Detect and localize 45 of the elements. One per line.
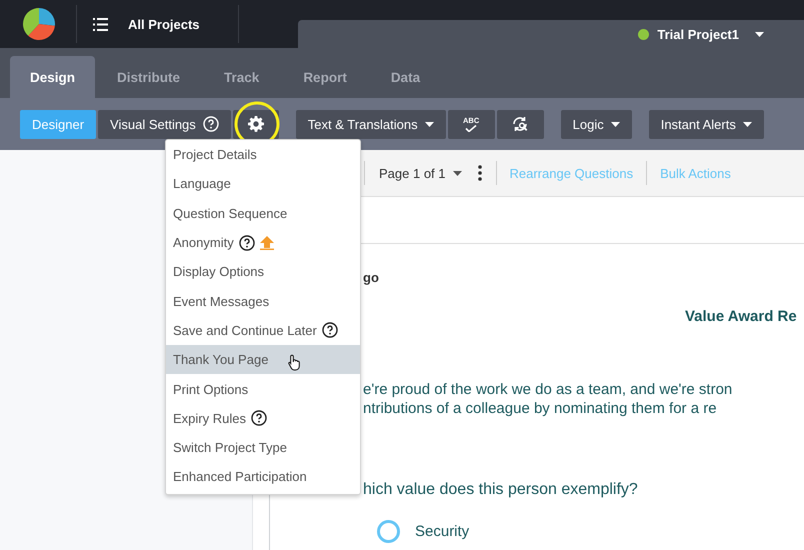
caret-icon: [755, 32, 764, 36]
menu-item[interactable]: Question Sequence: [166, 198, 360, 228]
hand-cursor-icon: [288, 354, 302, 372]
menu-icon[interactable]: [93, 18, 108, 30]
caret-icon: [424, 122, 434, 126]
intro-text: e're proud of the work we do as a team, and we're stron: [363, 380, 734, 399]
settings-icon: [248, 116, 264, 132]
menu-item[interactable]: Project Details: [166, 140, 360, 170]
menu-item[interactable]: Display Options: [166, 257, 360, 286]
refresh-button[interactable]: [496, 110, 544, 138]
menu-item[interactable]: Anonymity: [166, 228, 360, 258]
caret-icon: [742, 122, 752, 126]
help-icon: [202, 116, 219, 132]
caret-icon: [452, 170, 462, 176]
menu-item[interactable]: Event Messages: [166, 286, 360, 316]
logo-text: go: [363, 270, 380, 285]
question-text: hich value does this person exemplify?: [363, 481, 639, 499]
menu-item[interactable]: Save and Continue Later: [166, 316, 360, 346]
radio-button[interactable]: [377, 520, 400, 543]
survey-title: Value Award Re: [685, 308, 798, 325]
mode-button[interactable]: Visual Settings: [98, 110, 231, 138]
menu-item[interactable]: Thank You Page: [166, 345, 360, 374]
caret-icon: [610, 122, 620, 126]
dropdown-button[interactable]: Logic: [560, 110, 632, 138]
menu-item[interactable]: Switch Project Type: [166, 432, 360, 462]
menu-item[interactable]: Expiry Rules: [166, 404, 360, 433]
menu-item[interactable]: Language: [166, 169, 360, 199]
refresh-search-icon: [512, 116, 529, 132]
menu-item[interactable]: Print Options: [166, 374, 360, 404]
dropdown-button[interactable]: Text & Translations: [296, 110, 446, 138]
help-icon: [322, 322, 338, 338]
help-icon: [238, 234, 255, 251]
intro-text: ntributions of a colleague by nominating them for a re: [363, 399, 718, 418]
menu-item[interactable]: Enhanced Participation: [166, 462, 360, 492]
logo-icon: [22, 7, 56, 41]
more-icon[interactable]: [478, 165, 482, 181]
help-icon: [250, 410, 267, 426]
check-icon: [465, 124, 478, 132]
dropdown-button[interactable]: Instant Alerts: [648, 110, 764, 138]
nav-tab[interactable]: Design: [10, 56, 96, 98]
header-title[interactable]: All Projects: [128, 16, 200, 32]
project-selector[interactable]: Trial Project1: [657, 26, 739, 42]
page-selector[interactable]: Page 1 of 1: [365, 166, 472, 180]
upgrade-icon: [260, 236, 274, 250]
option-label: Security: [415, 523, 470, 540]
